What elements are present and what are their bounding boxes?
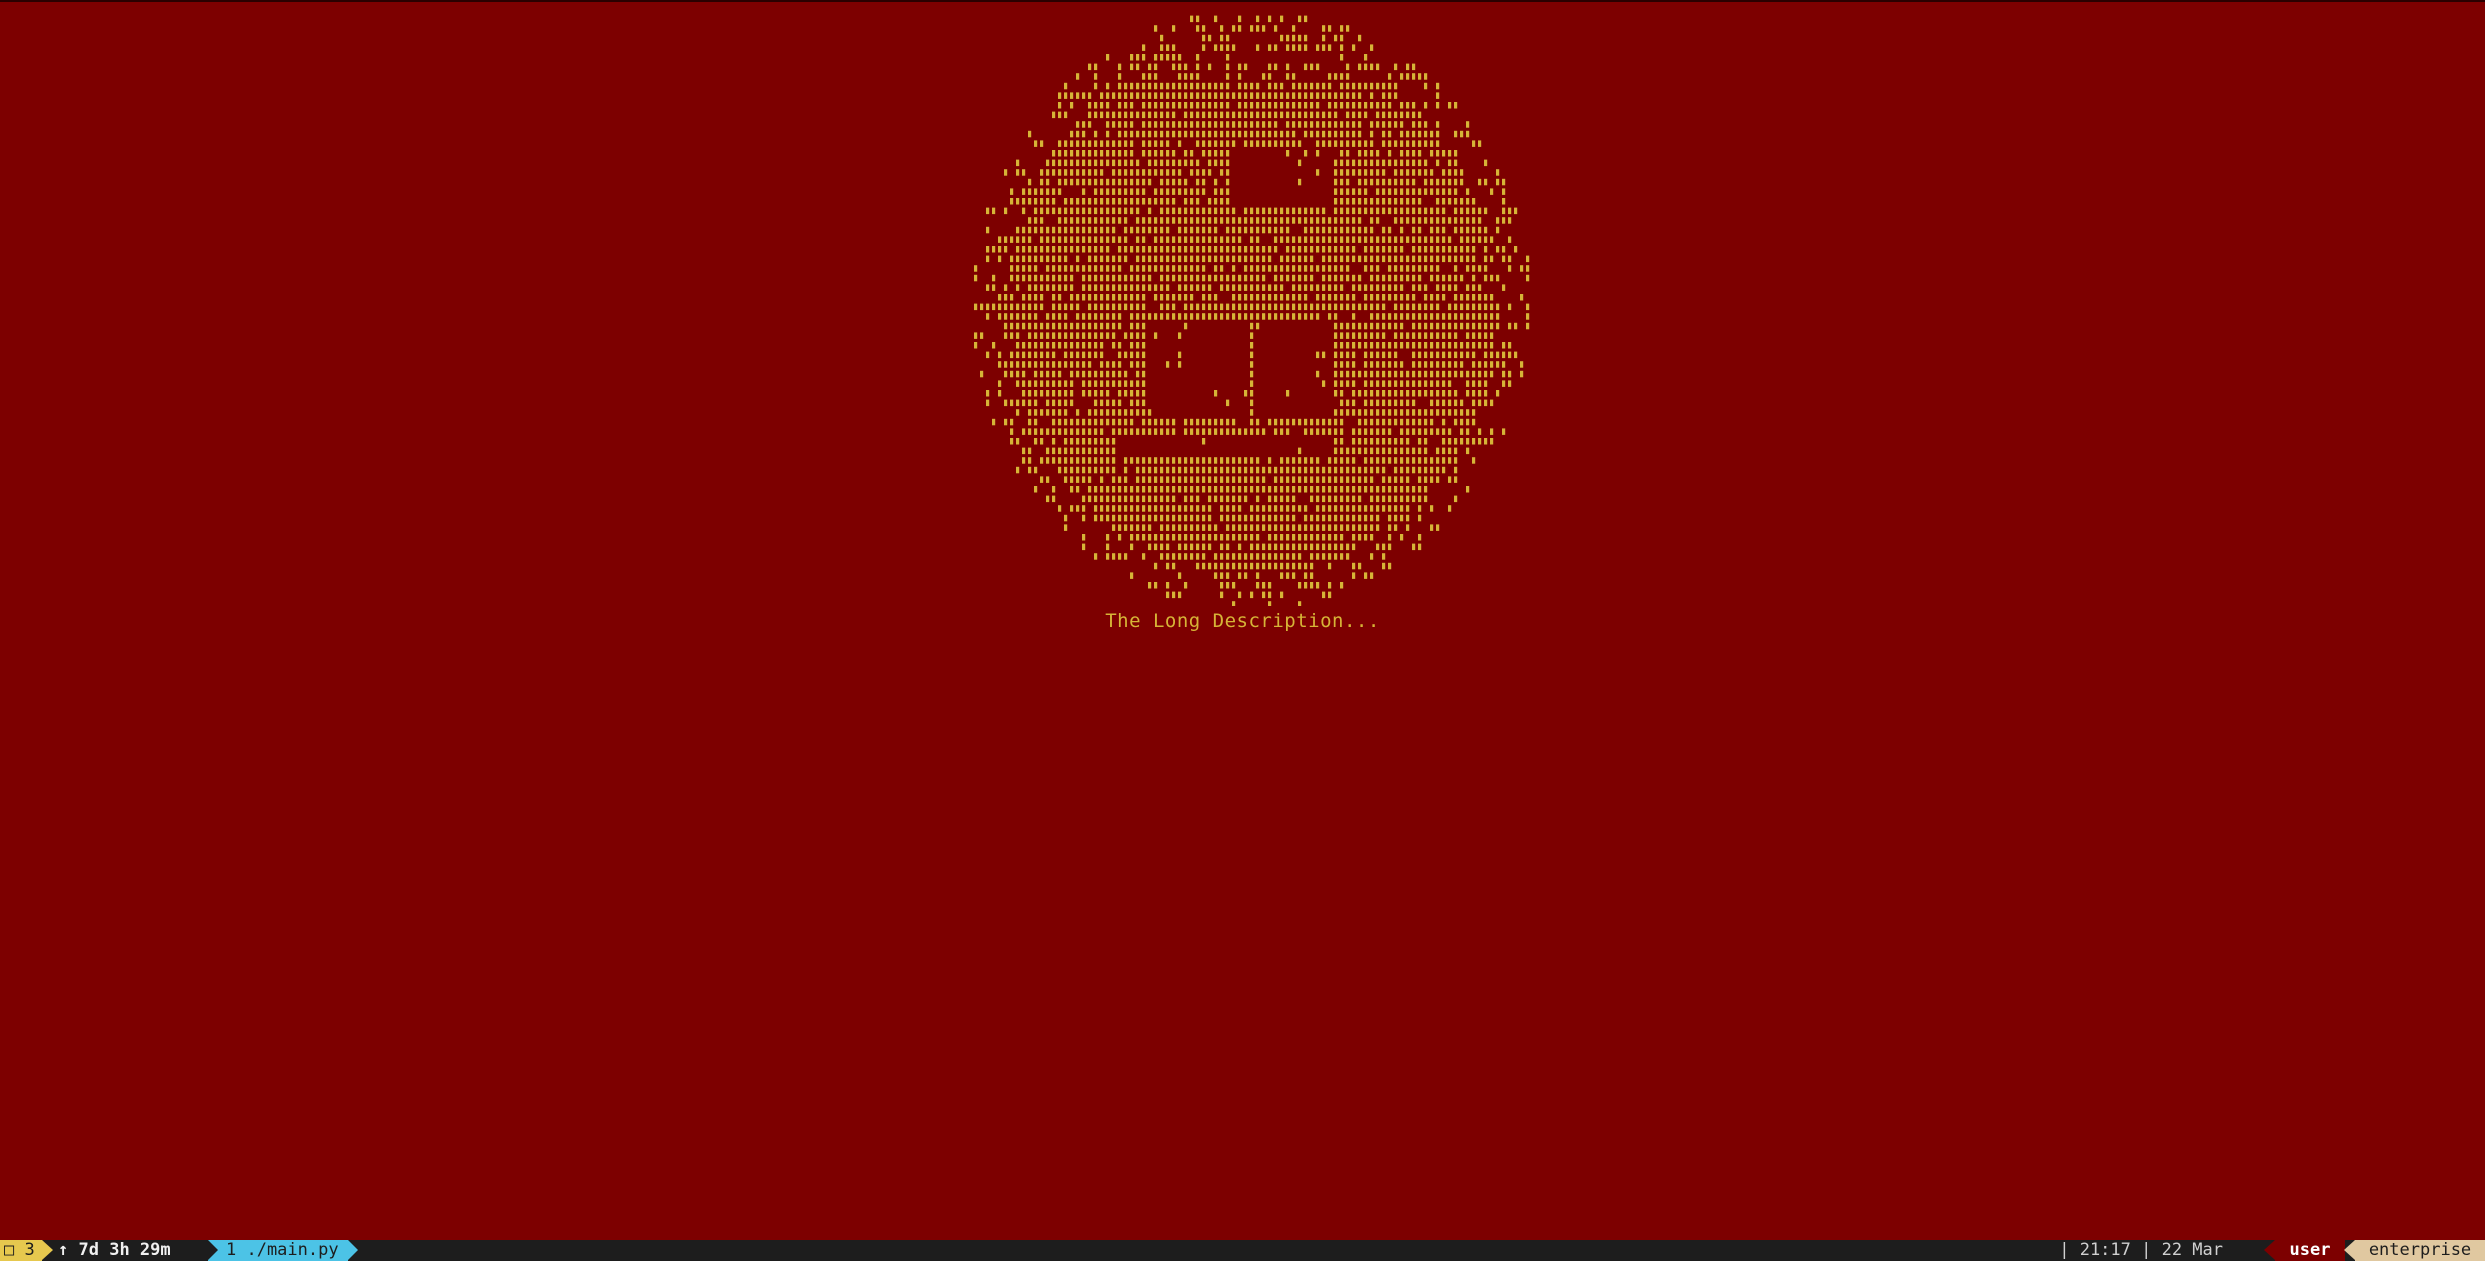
art-caption: The Long Description... bbox=[1105, 610, 1380, 632]
session-indicator[interactable]: □ 3 bbox=[0, 1240, 53, 1261]
window-tab-main[interactable]: 1 ./main.py bbox=[208, 1240, 358, 1261]
user-segment: user bbox=[2264, 1240, 2345, 1261]
terminal-window[interactable]: The Long Description... bbox=[0, 0, 2485, 1240]
tmux-status-bar: □ 3 ↑ 7d 3h 29m 1 ./main.py | 21:17 | 22… bbox=[0, 1240, 2485, 1261]
host-segment: enterprise bbox=[2344, 1240, 2485, 1261]
up-arrow-icon: ↑ bbox=[58, 1240, 69, 1260]
ascii-art-dots bbox=[974, 15, 1530, 606]
window-icon: □ bbox=[4, 1240, 15, 1260]
user-name: user bbox=[2289, 1240, 2331, 1260]
uptime-value: 7d 3h 29m bbox=[78, 1240, 171, 1260]
ascii-art-image bbox=[974, 15, 1530, 606]
window-tab-label: 1 ./main.py bbox=[226, 1240, 339, 1260]
uptime-indicator: ↑ 7d 3h 29m bbox=[58, 1240, 171, 1261]
session-number: 3 bbox=[24, 1240, 35, 1260]
clock-date: | 21:17 | 22 Mar bbox=[2059, 1240, 2223, 1260]
host-name: enterprise bbox=[2368, 1240, 2472, 1260]
